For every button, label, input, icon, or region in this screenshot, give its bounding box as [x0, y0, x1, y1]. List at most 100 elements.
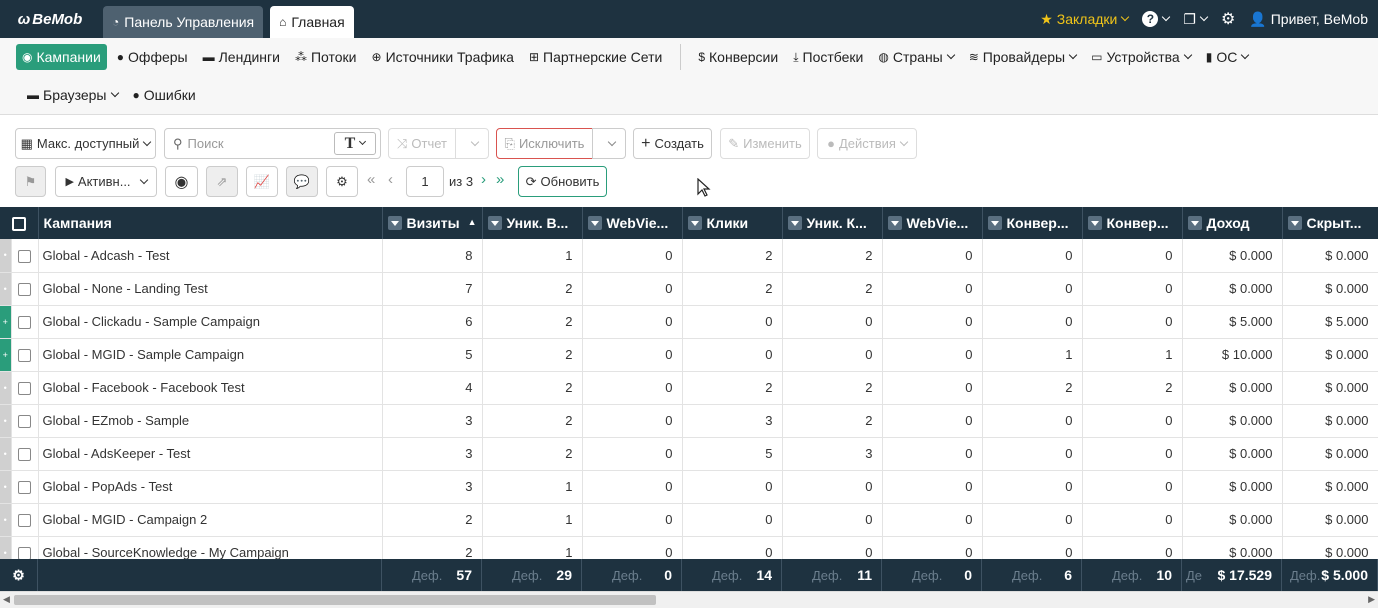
table-row[interactable]: • Global - PopAds - Test 3 1 0 0 0 0 0 0 $ 0.000 $ …: [0, 470, 1378, 504]
report-dropdown[interactable]: [455, 128, 489, 159]
footer-settings-button[interactable]: ⚙: [0, 559, 38, 591]
select-all-checkbox[interactable]: [0, 207, 39, 239]
campaign-name[interactable]: Global - MGID - Sample Campaign: [38, 338, 383, 372]
table-row[interactable]: • Global - SourceKnowledge - My Campaign 2…: [0, 536, 1378, 559]
campaign-name[interactable]: Global - Facebook - Facebook Test: [38, 371, 383, 405]
table-row[interactable]: • Global - Facebook - Facebook Test 4 2 0 2 2 0…: [0, 371, 1378, 405]
date-range-select[interactable]: ▦ Макс. доступный: [15, 128, 156, 159]
prev-page-icon[interactable]: ‹: [388, 171, 393, 188]
report-button[interactable]: ⤨ Отчет: [388, 128, 456, 159]
expand-row-icon[interactable]: +: [0, 338, 12, 372]
row-checkbox[interactable]: [11, 437, 39, 471]
table-row[interactable]: • Global - Adcash - Test 8 1 0 2 2 0 0 0 $ 0.000 $ …: [0, 239, 1378, 273]
row-checkbox[interactable]: [11, 272, 39, 306]
user-menu[interactable]: 👤 Привет, BeMob: [1249, 11, 1368, 28]
table-row[interactable]: • Global - None - Landing Test 7 2 0 2 2 0 0 0 $ 0…: [0, 272, 1378, 306]
nav-countries[interactable]: ◍ Страны: [873, 44, 958, 70]
exclude-button[interactable]: ⎘ Исключить: [496, 128, 593, 159]
flag-button[interactable]: ⚑: [15, 166, 46, 197]
campaign-name[interactable]: Global - SourceKnowledge - My Campaign: [38, 536, 383, 559]
row-handle[interactable]: •: [0, 503, 12, 537]
bookmarks-menu[interactable]: ★ Закладки: [1040, 11, 1130, 28]
nav-postbacks[interactable]: ⤓ Постбеки: [788, 44, 868, 70]
campaign-name[interactable]: Global - Clickadu - Sample Campaign: [38, 305, 383, 339]
scroll-left-icon[interactable]: ◀: [3, 594, 10, 605]
text-filter-button[interactable]: T: [334, 132, 376, 155]
first-page-icon[interactable]: «: [367, 171, 375, 188]
table-row[interactable]: + Global - Clickadu - Sample Campaign 6 2 0 0…: [0, 305, 1378, 339]
nav-traffic-sources[interactable]: ⊕ Источники Трафика: [367, 44, 519, 70]
windows-menu[interactable]: ❐: [1183, 11, 1209, 28]
tab-dashboard[interactable]: ◔ Панель Управления: [103, 6, 264, 38]
scrollbar-thumb[interactable]: [14, 595, 656, 605]
exclude-dropdown[interactable]: [592, 128, 626, 159]
last-page-icon[interactable]: »: [496, 171, 504, 188]
nav-os[interactable]: ▮ ОС: [1201, 44, 1254, 70]
nav-errors[interactable]: ● Ошибки: [128, 82, 201, 108]
refresh-button[interactable]: ⟳ Обновить: [518, 166, 607, 197]
row-checkbox[interactable]: [11, 239, 39, 273]
row-handle[interactable]: •: [0, 371, 12, 405]
campaign-name[interactable]: Global - AdsKeeper - Test: [38, 437, 383, 471]
col-header[interactable]: Конвер...: [1082, 207, 1183, 239]
nav-browsers[interactable]: ▬ Браузеры: [22, 82, 123, 108]
comment-button[interactable]: 💬: [286, 166, 318, 197]
campaign-name[interactable]: Global - MGID - Campaign 2: [38, 503, 383, 537]
col-header[interactable]: Кампания: [38, 207, 383, 239]
col-header[interactable]: Конвер...: [982, 207, 1083, 239]
nav-landings[interactable]: ▬ Лендинги: [198, 44, 285, 70]
table-row[interactable]: • Global - MGID - Campaign 2 2 1 0 0 0 0 0 0 $ 0.0…: [0, 503, 1378, 537]
row-handle[interactable]: •: [0, 536, 12, 559]
create-button[interactable]: + Создать: [633, 128, 712, 159]
row-handle[interactable]: •: [0, 239, 12, 273]
edit-button[interactable]: ✎ Изменить: [720, 128, 810, 159]
row-handle[interactable]: •: [0, 272, 12, 306]
actions-button[interactable]: ● Действия: [817, 128, 917, 159]
nav-providers[interactable]: ≋ Провайдеры: [964, 44, 1081, 70]
bemob-logo[interactable]: ω BeMob: [0, 0, 100, 38]
status-filter-select[interactable]: ▶ Активн...: [55, 166, 157, 197]
col-header[interactable]: Уник. В...: [482, 207, 583, 239]
nav-conversions[interactable]: $ Конверсии: [693, 44, 783, 70]
row-checkbox[interactable]: [11, 404, 39, 438]
row-handle[interactable]: •: [0, 470, 12, 504]
column-settings-button[interactable]: ⚙: [326, 166, 358, 197]
table-row[interactable]: • Global - AdsKeeper - Test 3 2 0 5 3 0 0 0 $ 0.00…: [0, 437, 1378, 471]
col-header[interactable]: Скрыт...: [1282, 207, 1378, 239]
row-checkbox[interactable]: [11, 503, 39, 537]
chart-button[interactable]: 📈: [246, 166, 278, 197]
row-handle[interactable]: •: [0, 437, 12, 471]
col-header[interactable]: Доход: [1182, 207, 1283, 239]
help-menu[interactable]: ?: [1142, 11, 1171, 27]
scroll-right-icon[interactable]: ▶: [1368, 594, 1375, 605]
row-handle[interactable]: •: [0, 404, 12, 438]
campaign-name[interactable]: Global - PopAds - Test: [38, 470, 383, 504]
settings-button[interactable]: ⚙: [1221, 9, 1235, 29]
col-header[interactable]: Уник. К...: [782, 207, 883, 239]
campaign-name[interactable]: Global - None - Landing Test: [38, 272, 383, 306]
col-header[interactable]: Визиты ▲: [382, 207, 483, 239]
expand-row-icon[interactable]: +: [0, 305, 12, 339]
nav-flows[interactable]: ⁂ Потоки: [290, 44, 362, 70]
horizontal-scrollbar[interactable]: ◀ ▶: [0, 591, 1378, 608]
export-button[interactable]: ⇗: [206, 166, 238, 197]
row-checkbox[interactable]: [11, 536, 39, 559]
nav-campaigns[interactable]: ◉ Кампании: [16, 44, 107, 70]
campaign-name[interactable]: Global - Adcash - Test: [38, 239, 383, 273]
col-header[interactable]: WebVie...: [882, 207, 983, 239]
tab-home[interactable]: ⌂ Главная: [270, 6, 354, 38]
table-row[interactable]: • Global - EZmob - Sample 3 2 0 3 2 0 0 0 $ 0.000 $…: [0, 404, 1378, 438]
row-checkbox[interactable]: [11, 371, 39, 405]
table-row[interactable]: + Global - MGID - Sample Campaign 5 2 0 0 0 0 1 1…: [0, 338, 1378, 372]
view-button[interactable]: ◉: [165, 166, 198, 197]
nav-affiliate-networks[interactable]: ⊞ Партнерские Сети: [524, 44, 667, 70]
search-input[interactable]: ⚲ Поиск T: [164, 128, 381, 159]
campaign-name[interactable]: Global - EZmob - Sample: [38, 404, 383, 438]
row-checkbox[interactable]: [11, 338, 39, 372]
row-checkbox[interactable]: [11, 470, 39, 504]
col-header[interactable]: WebVie...: [582, 207, 683, 239]
page-input[interactable]: 1: [406, 166, 444, 197]
next-page-icon[interactable]: ›: [481, 171, 486, 188]
col-header[interactable]: Клики: [682, 207, 783, 239]
nav-devices[interactable]: ▭ Устройства: [1086, 44, 1196, 70]
